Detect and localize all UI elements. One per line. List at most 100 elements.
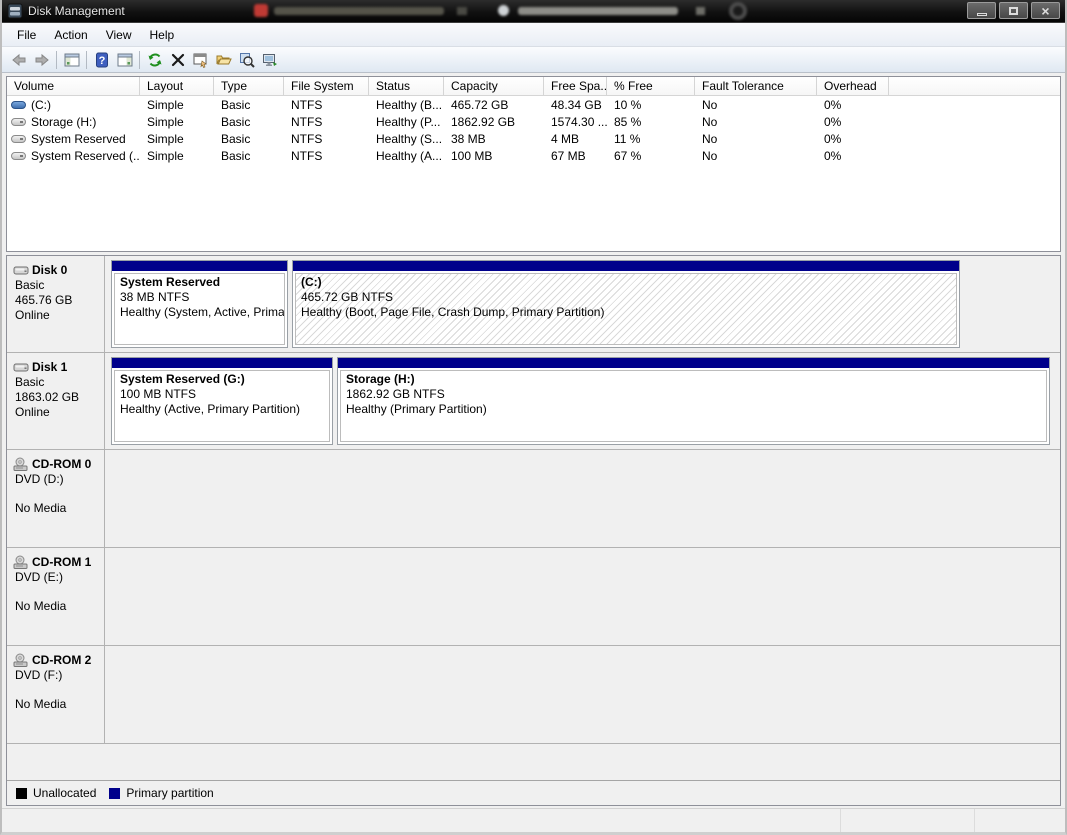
partition-system-reserved[interactable]: System Reserved 38 MB NTFS Healthy (Syst… [111,260,288,348]
delete-volume-button[interactable] [166,49,189,70]
minimize-button[interactable] [967,2,996,19]
disk-name: Disk 0 [32,263,67,278]
disk-type: Basic [15,375,102,390]
disk-management-window: Disk Management × File Action View Help [0,0,1067,835]
properties-icon [193,52,209,68]
partition-storage-h[interactable]: Storage (H:) 1862.92 GB NTFS Healthy (Pr… [337,357,1050,445]
cell-file-system: NTFS [284,98,369,112]
find-button[interactable] [235,49,258,70]
cell-status: Healthy (A... [369,149,444,163]
cell-fault-tolerance: No [695,132,817,146]
table-row[interactable]: (C:) Simple Basic NTFS Healthy (B... 465… [7,96,1060,113]
disk-size: 465.76 GB [15,293,102,308]
help-button[interactable]: ? [90,49,113,70]
cdrom-icon [13,653,30,668]
partition-name: System Reserved (G:) [120,372,324,387]
cell-layout: Simple [140,115,214,129]
column-header-type[interactable]: Type [214,77,284,95]
menu-view[interactable]: View [97,25,141,45]
table-row[interactable]: System Reserved Simple Basic NTFS Health… [7,130,1060,147]
cdrom2-info-panel[interactable]: CD-ROM 2 DVD (F:) No Media [7,646,105,743]
background-window-artifact [518,7,678,15]
graphical-view: Disk 0 Basic 465.76 GB Online System Res… [6,255,1061,806]
cell-type: Basic [214,149,284,163]
cell-layout: Simple [140,132,214,146]
status-bar [2,808,1065,832]
column-header-file-system[interactable]: File System [284,77,369,95]
disk-status: Online [15,405,102,420]
menu-help[interactable]: Help [141,25,184,45]
partition-status: Healthy (System, Active, Primary Partiti… [120,305,279,320]
console-tree-icon [64,52,80,68]
column-header-filler [889,77,1060,95]
cell-capacity: 465.72 GB [444,98,544,112]
menu-file[interactable]: File [8,25,45,45]
cell-file-system: NTFS [284,149,369,163]
column-header-capacity[interactable]: Capacity [444,77,544,95]
column-header-overhead[interactable]: Overhead [817,77,889,95]
properties-button[interactable] [189,49,212,70]
status-panel [975,809,1065,832]
table-row[interactable]: System Reserved (... Simple Basic NTFS H… [7,147,1060,164]
partition-name: System Reserved [120,275,279,290]
volume-name: Storage (H:) [31,115,96,129]
column-header-layout[interactable]: Layout [140,77,214,95]
column-header-fault-tolerance[interactable]: Fault Tolerance [695,77,817,95]
cell-free-space: 4 MB [544,132,607,146]
cell-status: Healthy (P... [369,115,444,129]
partition-system-reserved-g[interactable]: System Reserved (G:) 100 MB NTFS Healthy… [111,357,333,445]
cdrom-media-status: No Media [15,599,102,614]
legend: Unallocated Primary partition [7,780,1060,805]
open-folder-icon [216,52,232,68]
disk1-graph-area: System Reserved (G:) 100 MB NTFS Healthy… [105,353,1060,449]
cdrom-drive-letter: DVD (E:) [15,570,102,585]
refresh-button[interactable] [143,49,166,70]
cell-status: Healthy (B... [369,98,444,112]
partition-color-band [112,261,287,271]
cell-fault-tolerance: No [695,149,817,163]
restore-button[interactable] [999,2,1028,19]
column-header-free-space[interactable]: Free Spa... [544,77,607,95]
title-bar[interactable]: Disk Management × [2,0,1065,23]
legend-label-primary-partition: Primary partition [126,786,213,800]
window-title: Disk Management [23,4,125,18]
window-controls: × [967,2,1060,19]
help-icon: ? [94,52,110,68]
cell-capacity: 38 MB [444,132,544,146]
column-header-pct-free[interactable]: % Free [607,77,695,95]
cell-file-system: NTFS [284,132,369,146]
cell-file-system: NTFS [284,115,369,129]
disk0-info-panel[interactable]: Disk 0 Basic 465.76 GB Online [7,256,105,352]
show-console-tree-button[interactable] [60,49,83,70]
table-row[interactable]: Storage (H:) Simple Basic NTFS Healthy (… [7,113,1060,130]
rescan-disks-button[interactable] [258,49,281,70]
partition-size: 1862.92 GB NTFS [346,387,1041,402]
cell-type: Basic [214,115,284,129]
cdrom0-info-panel[interactable]: CD-ROM 0 DVD (D:) No Media [7,450,105,547]
disk-type: Basic [15,278,102,293]
app-icon [7,3,23,19]
back-button[interactable] [7,49,30,70]
show-action-pane-button[interactable] [113,49,136,70]
cdrom1-graph-area [105,548,1060,645]
background-window-artifact [254,4,268,17]
svg-text:?: ? [98,55,105,67]
magnifier-icon [239,52,255,68]
partition-status: Healthy (Primary Partition) [346,402,1041,417]
open-button[interactable] [212,49,235,70]
partition-c-drive[interactable]: (C:) 465.72 GB NTFS Healthy (Boot, Page … [292,260,960,348]
disk-name: Disk 1 [32,360,67,375]
forward-button[interactable] [30,49,53,70]
partition-size: 100 MB NTFS [120,387,324,402]
disk1-info-panel[interactable]: Disk 1 Basic 1863.02 GB Online [7,353,105,449]
partition-size: 465.72 GB NTFS [301,290,951,305]
menu-action[interactable]: Action [45,25,96,45]
close-icon: × [1041,4,1049,18]
partition-color-band [293,261,959,271]
column-header-status[interactable]: Status [369,77,444,95]
cdrom1-info-panel[interactable]: CD-ROM 1 DVD (E:) No Media [7,548,105,645]
background-window-artifact [729,2,747,20]
close-button[interactable]: × [1031,2,1060,19]
column-header-volume[interactable]: Volume [7,77,140,95]
cell-pct-free: 85 % [607,115,695,129]
